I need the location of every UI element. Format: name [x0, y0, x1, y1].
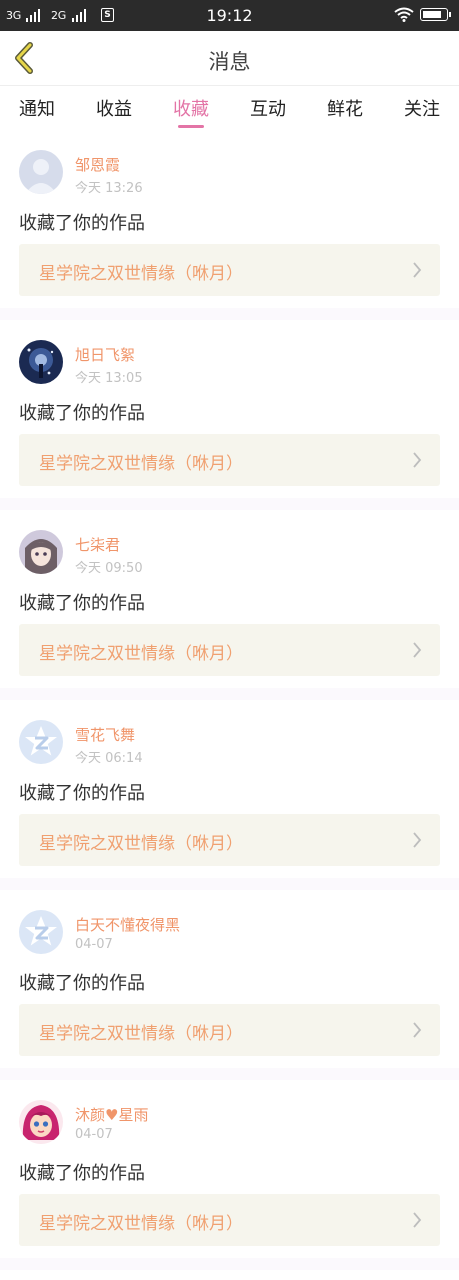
wifi-icon [394, 7, 414, 22]
message-item: 旭日飞絮 今天 13:05 收藏了你的作品 星学院之双世情缘（咻月） [0, 320, 459, 510]
star-logo-avatar [19, 910, 63, 954]
message-item: 雪花飞舞 今天 06:14 收藏了你的作品 星学院之双世情缘（咻月） [0, 700, 459, 890]
pink-hair-girl-avatar [19, 1100, 63, 1144]
avatar[interactable] [19, 910, 63, 954]
user-name[interactable]: 沐颜♥星雨 [75, 1104, 148, 1125]
divider [0, 1258, 459, 1270]
anime-girl-avatar [19, 530, 63, 574]
user-name[interactable]: 邹恩霞 [75, 154, 120, 175]
avatar[interactable] [19, 530, 63, 574]
tab-follows[interactable]: 关注 [404, 95, 440, 121]
status-time: 19:12 [206, 6, 253, 25]
divider [0, 498, 459, 510]
message-time: 今天 09:50 [75, 561, 143, 576]
work-title: 星学院之双世情缘（咻月） [39, 1024, 243, 1044]
tab-earnings[interactable]: 收益 [96, 95, 132, 121]
avatar[interactable] [19, 150, 63, 194]
work-title: 星学院之双世情缘（咻月） [39, 1214, 243, 1234]
message-action: 收藏了你的作品 [19, 403, 145, 424]
work-link[interactable]: 星学院之双世情缘（咻月） [19, 814, 440, 866]
default-avatar-icon [19, 150, 63, 194]
message-time: 04-07 [75, 1127, 113, 1142]
chevron-right-icon [413, 1212, 422, 1228]
chevron-right-icon [413, 1022, 422, 1038]
message-item: 七柒君 今天 09:50 收藏了你的作品 星学院之双世情缘（咻月） [0, 510, 459, 700]
tab-interactions[interactable]: 互动 [250, 95, 286, 121]
chevron-right-icon [413, 452, 422, 468]
work-title: 星学院之双世情缘（咻月） [39, 834, 243, 854]
message-list: 邹恩霞 今天 13:26 收藏了你的作品 星学院之双世情缘（咻月） 旭日飞絮 今… [0, 130, 459, 1270]
message-time: 04-07 [75, 937, 113, 952]
avatar[interactable] [19, 720, 63, 764]
divider [0, 308, 459, 320]
night-scene-avatar [19, 340, 63, 384]
message-time: 今天 13:26 [75, 181, 143, 196]
user-name[interactable]: 白天不懂夜得黑 [75, 914, 180, 935]
nav-bar: 消息 [0, 31, 459, 86]
work-link[interactable]: 星学院之双世情缘（咻月） [19, 624, 440, 676]
message-action: 收藏了你的作品 [19, 593, 145, 614]
avatar[interactable] [19, 1100, 63, 1144]
avatar[interactable] [19, 340, 63, 384]
work-link[interactable]: 星学院之双世情缘（咻月） [19, 1004, 440, 1056]
message-item: 沐颜♥星雨 04-07 收藏了你的作品 星学院之双世情缘（咻月） [0, 1080, 459, 1270]
message-action: 收藏了你的作品 [19, 783, 145, 804]
divider [0, 878, 459, 890]
message-action: 收藏了你的作品 [19, 213, 145, 234]
tab-bar: 通知 收益 收藏 互动 鲜花 关注 [0, 86, 459, 130]
battery-icon [420, 8, 451, 21]
user-name[interactable]: 雪花飞舞 [75, 724, 135, 745]
status-bar: 3G 2G S 19:12 [0, 0, 459, 31]
tab-flowers[interactable]: 鲜花 [327, 95, 363, 121]
work-link[interactable]: 星学院之双世情缘（咻月） [19, 434, 440, 486]
user-name[interactable]: 旭日飞絮 [75, 344, 135, 365]
active-tab-indicator [178, 125, 204, 128]
page-title: 消息 [208, 50, 251, 74]
chevron-right-icon [413, 832, 422, 848]
chevron-right-icon [413, 262, 422, 278]
work-title: 星学院之双世情缘（咻月） [39, 454, 243, 474]
message-action: 收藏了你的作品 [19, 1163, 145, 1184]
user-name[interactable]: 七柒君 [75, 534, 120, 555]
message-time: 今天 06:14 [75, 751, 143, 766]
work-link[interactable]: 星学院之双世情缘（咻月） [19, 244, 440, 296]
divider [0, 688, 459, 700]
message-item: 邹恩霞 今天 13:26 收藏了你的作品 星学院之双世情缘（咻月） [0, 130, 459, 320]
tab-notifications[interactable]: 通知 [19, 95, 55, 121]
divider [0, 1068, 459, 1080]
message-item: 白天不懂夜得黑 04-07 收藏了你的作品 星学院之双世情缘（咻月） [0, 890, 459, 1080]
message-action: 收藏了你的作品 [19, 973, 145, 994]
work-title: 星学院之双世情缘（咻月） [39, 644, 243, 664]
work-title: 星学院之双世情缘（咻月） [39, 264, 243, 284]
star-logo-avatar [19, 720, 63, 764]
tab-favorites[interactable]: 收藏 [173, 95, 209, 128]
message-time: 今天 13:05 [75, 371, 143, 386]
work-link[interactable]: 星学院之双世情缘（咻月） [19, 1194, 440, 1246]
chevron-right-icon [413, 642, 422, 658]
